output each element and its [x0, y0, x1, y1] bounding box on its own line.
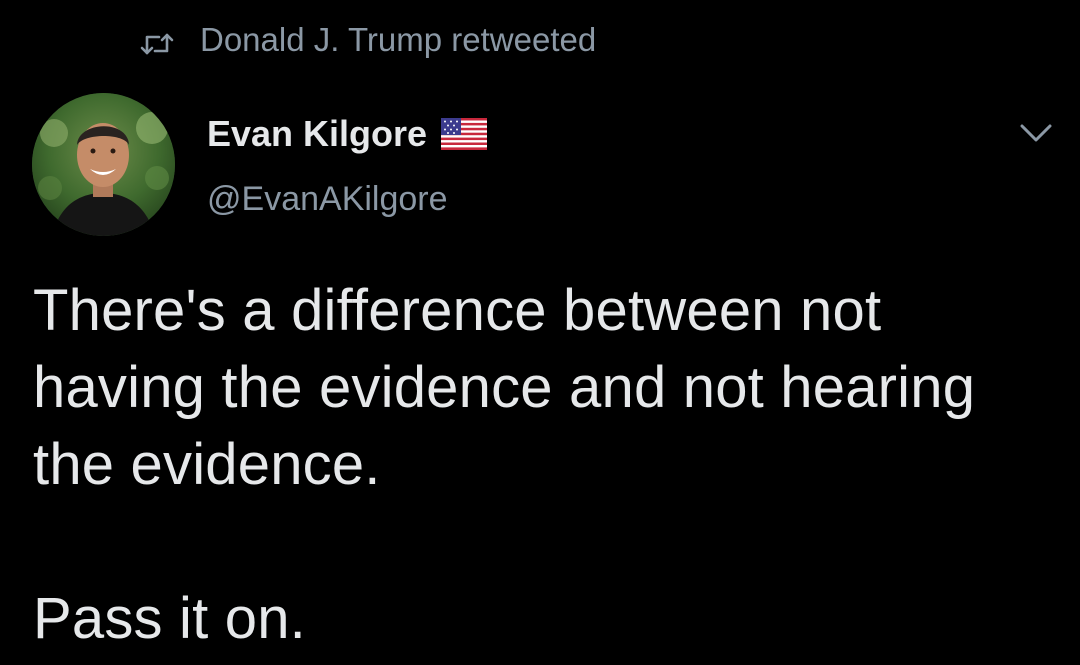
- chevron-down-icon[interactable]: [1016, 118, 1056, 148]
- us-flag-icon: [441, 118, 488, 150]
- retweet-label: Donald J. Trump retweeted: [200, 21, 597, 58]
- tweet-text: There's a difference between not having …: [33, 278, 976, 651]
- author-handle[interactable]: @EvanAKilgore: [207, 180, 448, 219]
- retweet-icon: [140, 27, 174, 55]
- retweet-context[interactable]: Donald J. Trump retweeted: [140, 20, 596, 60]
- avatar[interactable]: [32, 93, 175, 236]
- author-name-row[interactable]: Evan Kilgore: [207, 110, 488, 158]
- display-name[interactable]: Evan Kilgore: [207, 113, 427, 155]
